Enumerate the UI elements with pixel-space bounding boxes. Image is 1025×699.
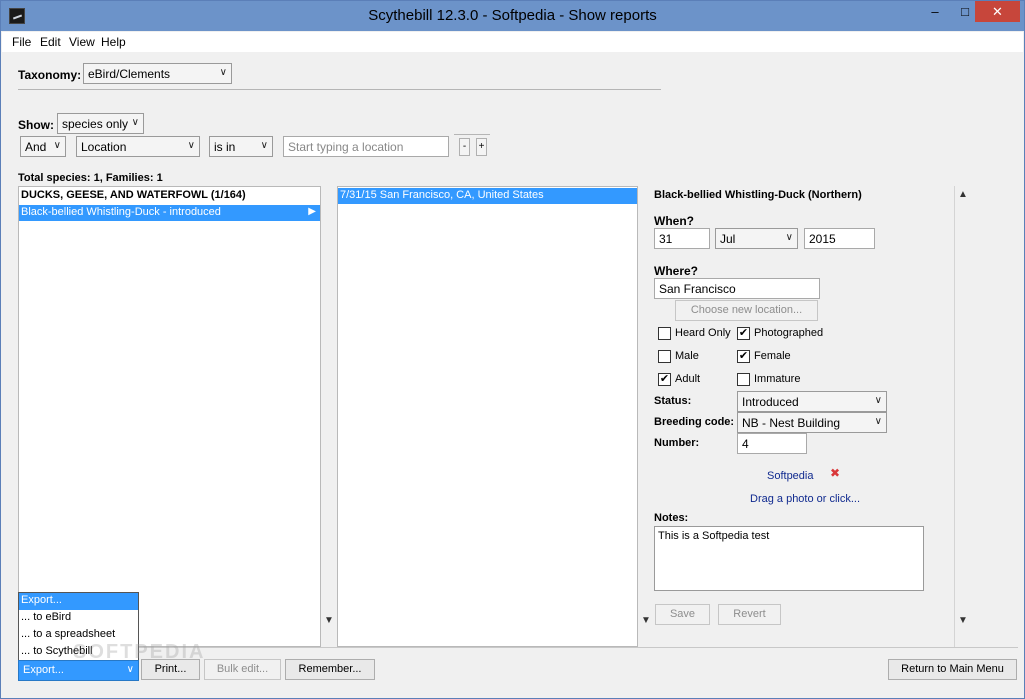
remember-button[interactable]: Remember... [285, 659, 375, 680]
where-label: Where? [654, 264, 699, 278]
export-select[interactable]: Export... ∨ [18, 660, 139, 681]
location-placeholder: Start typing a location [288, 140, 404, 154]
list-item-species[interactable]: Black-bellied Whistling-Duck - introduce… [19, 205, 320, 221]
male-checkbox[interactable] [658, 350, 671, 363]
month-select[interactable]: Jul ∨ [715, 228, 798, 249]
close-button[interactable]: ✕ [975, 1, 1020, 22]
drag-photo-link[interactable]: Drag a photo or click... [750, 493, 860, 505]
day-input[interactable]: 31 [654, 228, 710, 249]
field-value: Location [81, 140, 127, 154]
field-select[interactable]: Location ∨ [76, 136, 200, 157]
minimize-button[interactable]: – [921, 1, 949, 23]
menu-help[interactable]: Help [101, 35, 126, 49]
scroll-down-icon[interactable]: ▼ [638, 615, 654, 626]
status-value: Introduced [742, 395, 799, 409]
divider [454, 134, 490, 135]
breeding-label: Breeding code: [654, 416, 735, 428]
chevron-down-icon: ∨ [874, 395, 882, 406]
notes-label: Notes: [654, 512, 689, 524]
month-value: Jul [720, 232, 736, 246]
export-menu-item[interactable]: Export... [19, 593, 138, 610]
notes-textarea[interactable]: This is a Softpedia test [654, 526, 924, 591]
species-scrollbar[interactable]: ▼ [321, 186, 337, 647]
expand-arrow-icon: ▶ [308, 206, 316, 217]
menu-view[interactable]: View [69, 35, 95, 49]
species-name: Black-bellied Whistling-Duck - introduce… [21, 206, 221, 218]
chevron-down-icon: ∨ [53, 140, 61, 151]
scroll-down-icon[interactable]: ▼ [955, 615, 971, 626]
taxonomy-label: Taxonomy: [18, 68, 82, 82]
export-ebird-item[interactable]: ... to eBird [19, 610, 138, 627]
adult-label: Adult [675, 373, 701, 385]
app-window: Scythebill 12.3.0 - Softpedia - Show rep… [0, 0, 1025, 699]
taxonomy-value: eBird/Clements [88, 67, 171, 81]
immature-label: Immature [754, 373, 801, 385]
add-filter-button[interactable]: + [476, 138, 487, 156]
sightings-scrollbar[interactable]: ▼ [638, 186, 654, 647]
list-item-sighting[interactable]: 7/31/15 San Francisco, CA, United States [338, 188, 637, 204]
taxonomy-select[interactable]: eBird/Clements ∨ [83, 63, 232, 84]
number-input[interactable]: 4 [737, 433, 807, 454]
scroll-up-icon[interactable]: ▲ [955, 189, 971, 200]
menu-edit[interactable]: Edit [40, 35, 61, 49]
list-item-family[interactable]: DUCKS, GEESE, AND WATERFOWL (1/164) [19, 188, 320, 204]
when-label: When? [654, 214, 694, 228]
detail-scrollbar[interactable]: ▲ ▼ [954, 186, 970, 647]
conjunction-value: And [25, 140, 47, 154]
export-value: Export... [23, 664, 64, 676]
status-select[interactable]: Introduced ∨ [737, 391, 887, 412]
show-value: species only [62, 117, 129, 131]
number-label: Number: [654, 437, 700, 449]
chevron-down-icon: ∨ [785, 232, 793, 243]
female-label: Female [754, 350, 791, 362]
chevron-down-icon: ∨ [219, 67, 227, 78]
remove-photo-icon[interactable]: ✖ [830, 466, 840, 480]
chevron-down-icon: ∨ [260, 140, 268, 151]
menu-file[interactable]: File [12, 35, 31, 49]
chevron-down-icon: ∨ [126, 664, 134, 675]
show-select[interactable]: species only ∨ [57, 113, 144, 134]
choose-location-button[interactable]: Choose new location... [675, 300, 818, 321]
breeding-select[interactable]: NB - Nest Building ∨ [737, 412, 887, 433]
print-button[interactable]: Print... [141, 659, 200, 680]
bulk-edit-button[interactable]: Bulk edit... [204, 659, 281, 680]
chevron-down-icon: ∨ [131, 117, 139, 128]
photographed-label: Photographed [754, 327, 824, 339]
status-label: Status: [654, 395, 692, 407]
heard-only-label: Heard Only [675, 327, 731, 339]
save-button[interactable]: Save [655, 604, 710, 625]
male-label: Male [675, 350, 699, 362]
operator-value: is in [214, 140, 236, 154]
menu-bar: File Edit View Help [2, 32, 1023, 52]
sightings-list[interactable]: 7/31/15 San Francisco, CA, United States [337, 186, 638, 647]
photo-link[interactable]: Softpedia [767, 470, 813, 482]
conjunction-select[interactable]: And ∨ [20, 136, 66, 157]
chevron-down-icon: ∨ [187, 140, 195, 151]
operator-select[interactable]: is in ∨ [209, 136, 273, 157]
return-main-menu-button[interactable]: Return to Main Menu [888, 659, 1017, 680]
revert-button[interactable]: Revert [718, 604, 781, 625]
window-title: Scythebill 12.3.0 - Softpedia - Show rep… [368, 7, 657, 24]
where-input[interactable]: San Francisco [654, 278, 820, 299]
photographed-checkbox[interactable]: ✔ [737, 327, 750, 340]
divider [18, 89, 661, 90]
breeding-value: NB - Nest Building [742, 416, 841, 430]
sighting-detail: Black-bellied Whistling-Duck (Northern) … [654, 186, 954, 647]
immature-checkbox[interactable] [737, 373, 750, 386]
remove-filter-button[interactable]: - [459, 138, 470, 156]
species-list[interactable]: DUCKS, GEESE, AND WATERFOWL (1/164) Blac… [18, 186, 321, 647]
location-input[interactable]: Start typing a location [283, 136, 449, 157]
scroll-down-icon[interactable]: ▼ [321, 615, 337, 626]
year-input[interactable]: 2015 [804, 228, 875, 249]
adult-checkbox[interactable]: ✔ [658, 373, 671, 386]
show-label: Show: [18, 118, 54, 132]
totals-text: Total species: 1, Families: 1 [18, 172, 163, 184]
detail-title: Black-bellied Whistling-Duck (Northern) [654, 189, 862, 201]
chevron-down-icon: ∨ [874, 416, 882, 427]
title-bar: Scythebill 12.3.0 - Softpedia - Show rep… [1, 1, 1024, 31]
female-checkbox[interactable]: ✔ [737, 350, 750, 363]
heard-only-checkbox[interactable] [658, 327, 671, 340]
